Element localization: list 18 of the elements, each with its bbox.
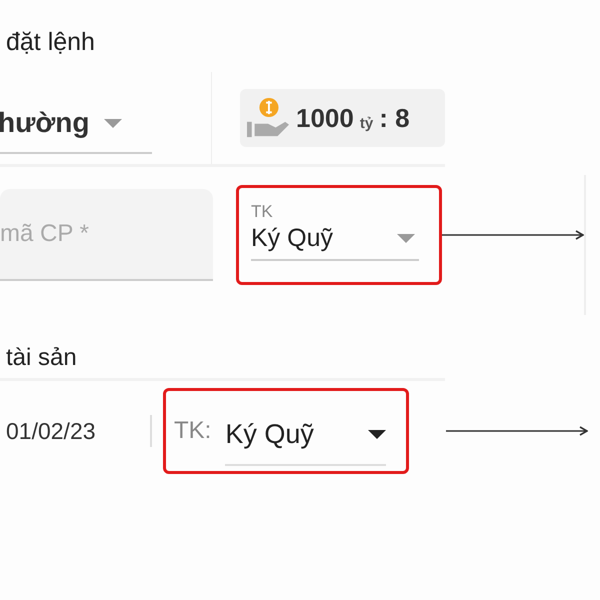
balance-unit: tỷ (360, 114, 374, 132)
date-text: 01/02/23 (6, 418, 97, 444)
order-type-dropdown[interactable]: hường (0, 94, 152, 154)
field-label: TK: (174, 417, 212, 445)
section-title: tài sản (5, 344, 78, 373)
caret-icon (368, 430, 386, 438)
account-dropdown[interactable]: TK Ký Quỹ (236, 184, 442, 284)
section-title: đặt lệnh (5, 27, 96, 58)
balance-amount: 1000 (296, 102, 354, 134)
balance-rest: : 8 (379, 102, 410, 134)
field-label: TK (251, 202, 274, 222)
caret-icon (104, 118, 122, 128)
symbol-field[interactable]: mã CP * (0, 188, 213, 280)
caret-icon (397, 234, 415, 242)
field-value: Ký Quỹ (251, 224, 333, 252)
account-dropdown[interactable]: TK: Ký Quỹ (163, 388, 409, 474)
field-value: Ký Quỹ (225, 418, 314, 450)
coin-hand-icon (246, 97, 290, 139)
